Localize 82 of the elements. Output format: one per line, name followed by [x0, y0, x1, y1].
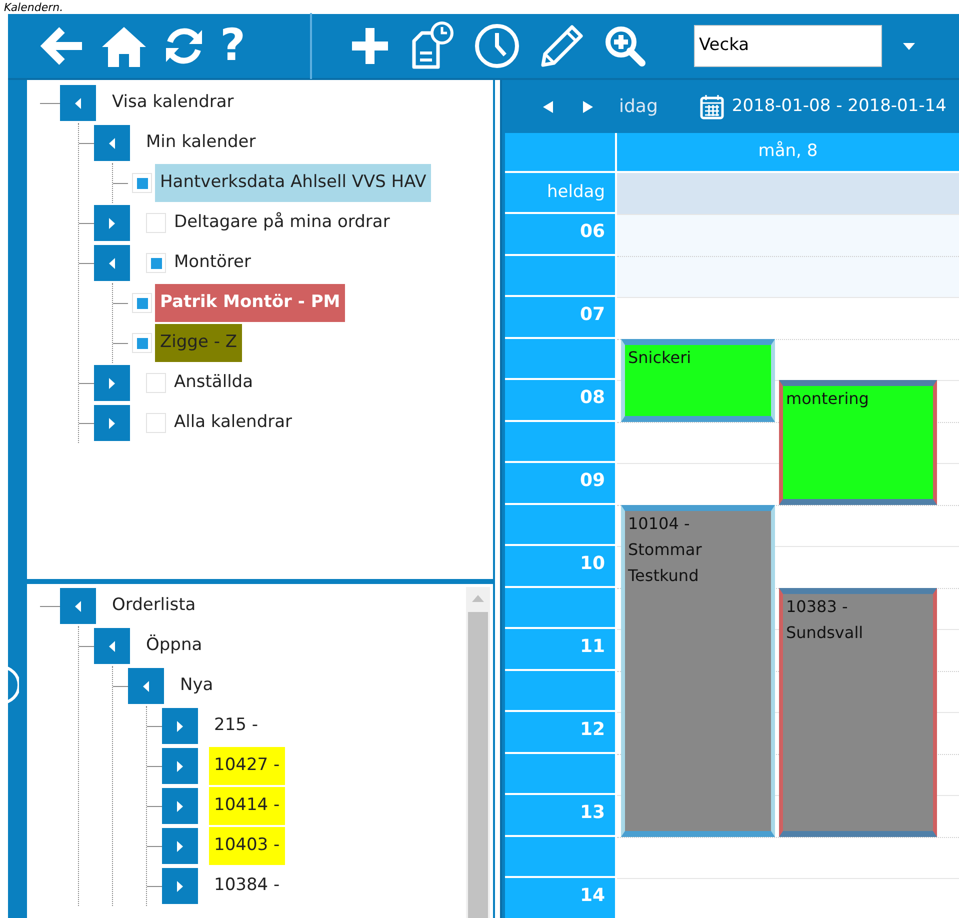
checkbox[interactable] [132, 173, 152, 193]
hour-cell: 12 [505, 712, 615, 754]
expander-button[interactable] [94, 405, 130, 441]
tree-item[interactable]: Zigge - Z [155, 324, 242, 362]
hour-cell: 10 [505, 546, 615, 588]
scrollbar-thumb[interactable] [468, 612, 488, 918]
triangle-left-icon [109, 138, 115, 148]
expander-button[interactable] [94, 628, 130, 664]
calendar-icon[interactable] [700, 94, 724, 120]
triangle-right-icon [177, 760, 183, 772]
caption-text: Kalendern. [4, 2, 64, 14]
expander-button[interactable] [60, 85, 96, 121]
previous-icon[interactable] [543, 100, 553, 112]
triangle-right-icon [177, 880, 183, 892]
triangle-right-icon [109, 378, 115, 388]
triangle-left-icon [143, 680, 149, 692]
calendar-event[interactable]: 10383 - Sundsvall [779, 588, 937, 836]
expander-button[interactable] [128, 668, 164, 704]
tree-item[interactable]: Min kalender [141, 124, 261, 162]
expander-button[interactable] [94, 125, 130, 161]
triangle-right-icon [177, 840, 183, 852]
hour-cell: 09 [505, 463, 615, 504]
all-day-label: heldag [547, 180, 605, 204]
help-icon[interactable]: ? [220, 24, 246, 68]
zoom-in-icon[interactable] [604, 25, 646, 67]
hour-cell: 08 [505, 380, 615, 422]
tree-item[interactable]: Patrik Montör - PM [155, 284, 346, 322]
view-dropdown[interactable]: Vecka [694, 25, 936, 67]
tree-item[interactable]: Hantverksdata Ahlsell VVS HAV [155, 164, 432, 202]
expander-button[interactable] [162, 788, 198, 824]
triangle-left-icon [109, 640, 115, 652]
hour-cell: 11 [505, 629, 615, 670]
expander-button[interactable] [94, 245, 130, 281]
checkbox[interactable] [146, 413, 166, 433]
plus-icon[interactable] [350, 26, 390, 66]
tree-item[interactable]: Nya [175, 667, 218, 705]
next-icon[interactable] [583, 100, 593, 112]
hour-cell: 07 [505, 297, 615, 338]
hour-cell: 14 [505, 878, 615, 918]
tree-item[interactable]: Orderlista [107, 587, 201, 625]
calendar-event[interactable]: montering [779, 380, 937, 504]
view-value: Vecka [694, 25, 882, 67]
clock-icon[interactable] [474, 23, 520, 69]
expander-button[interactable] [60, 588, 96, 624]
checkbox[interactable] [146, 213, 166, 233]
date-range: 2018-01-08 - 2018-01-14 [732, 94, 946, 118]
tree-item[interactable]: 10414 - [209, 787, 285, 825]
hour-cell: 13 [505, 795, 615, 836]
pencil-icon[interactable] [540, 24, 584, 68]
expander-button[interactable] [94, 205, 130, 241]
triangle-right-icon [109, 418, 115, 428]
triangle-left-icon [109, 258, 115, 268]
triangle-right-icon [109, 218, 115, 228]
checkbox[interactable] [146, 253, 166, 273]
tree-item[interactable]: Anställda [169, 364, 258, 402]
triangle-right-icon [177, 800, 183, 812]
expander-button[interactable] [162, 748, 198, 784]
tree-item[interactable]: 10384 - [209, 867, 285, 905]
tree-item[interactable]: 10403 - [209, 827, 285, 865]
document-clock-icon[interactable] [410, 21, 454, 71]
day-header: mån, 8 [617, 133, 959, 173]
tree-item[interactable]: Alla kalendrar [169, 404, 298, 442]
tree-item[interactable]: 215 - [209, 707, 263, 745]
triangle-left-icon [75, 600, 81, 612]
tree-item[interactable]: Montörer [169, 244, 256, 282]
tree-item[interactable]: Öppna [141, 627, 208, 665]
calendar-event[interactable]: 10104 - Stommar Testkund [621, 504, 775, 836]
expander-button[interactable] [162, 708, 198, 744]
checkbox[interactable] [132, 293, 152, 313]
expander-button[interactable] [162, 828, 198, 864]
tree-item[interactable]: Deltagare på mina ordrar [169, 204, 395, 242]
triangle-left-icon [75, 98, 81, 108]
tree-item[interactable]: Visa kalendrar [107, 84, 239, 122]
tree-item[interactable]: 10427 - [209, 747, 285, 785]
calendar-event[interactable]: Snickeri [621, 338, 775, 422]
checkbox[interactable] [146, 373, 166, 393]
expander-button[interactable] [162, 868, 198, 904]
caret-icon [903, 42, 915, 50]
expander-button[interactable] [94, 365, 130, 401]
checkbox[interactable] [132, 333, 152, 353]
triangle-right-icon [177, 720, 183, 732]
hour-cell: 06 [505, 214, 615, 256]
